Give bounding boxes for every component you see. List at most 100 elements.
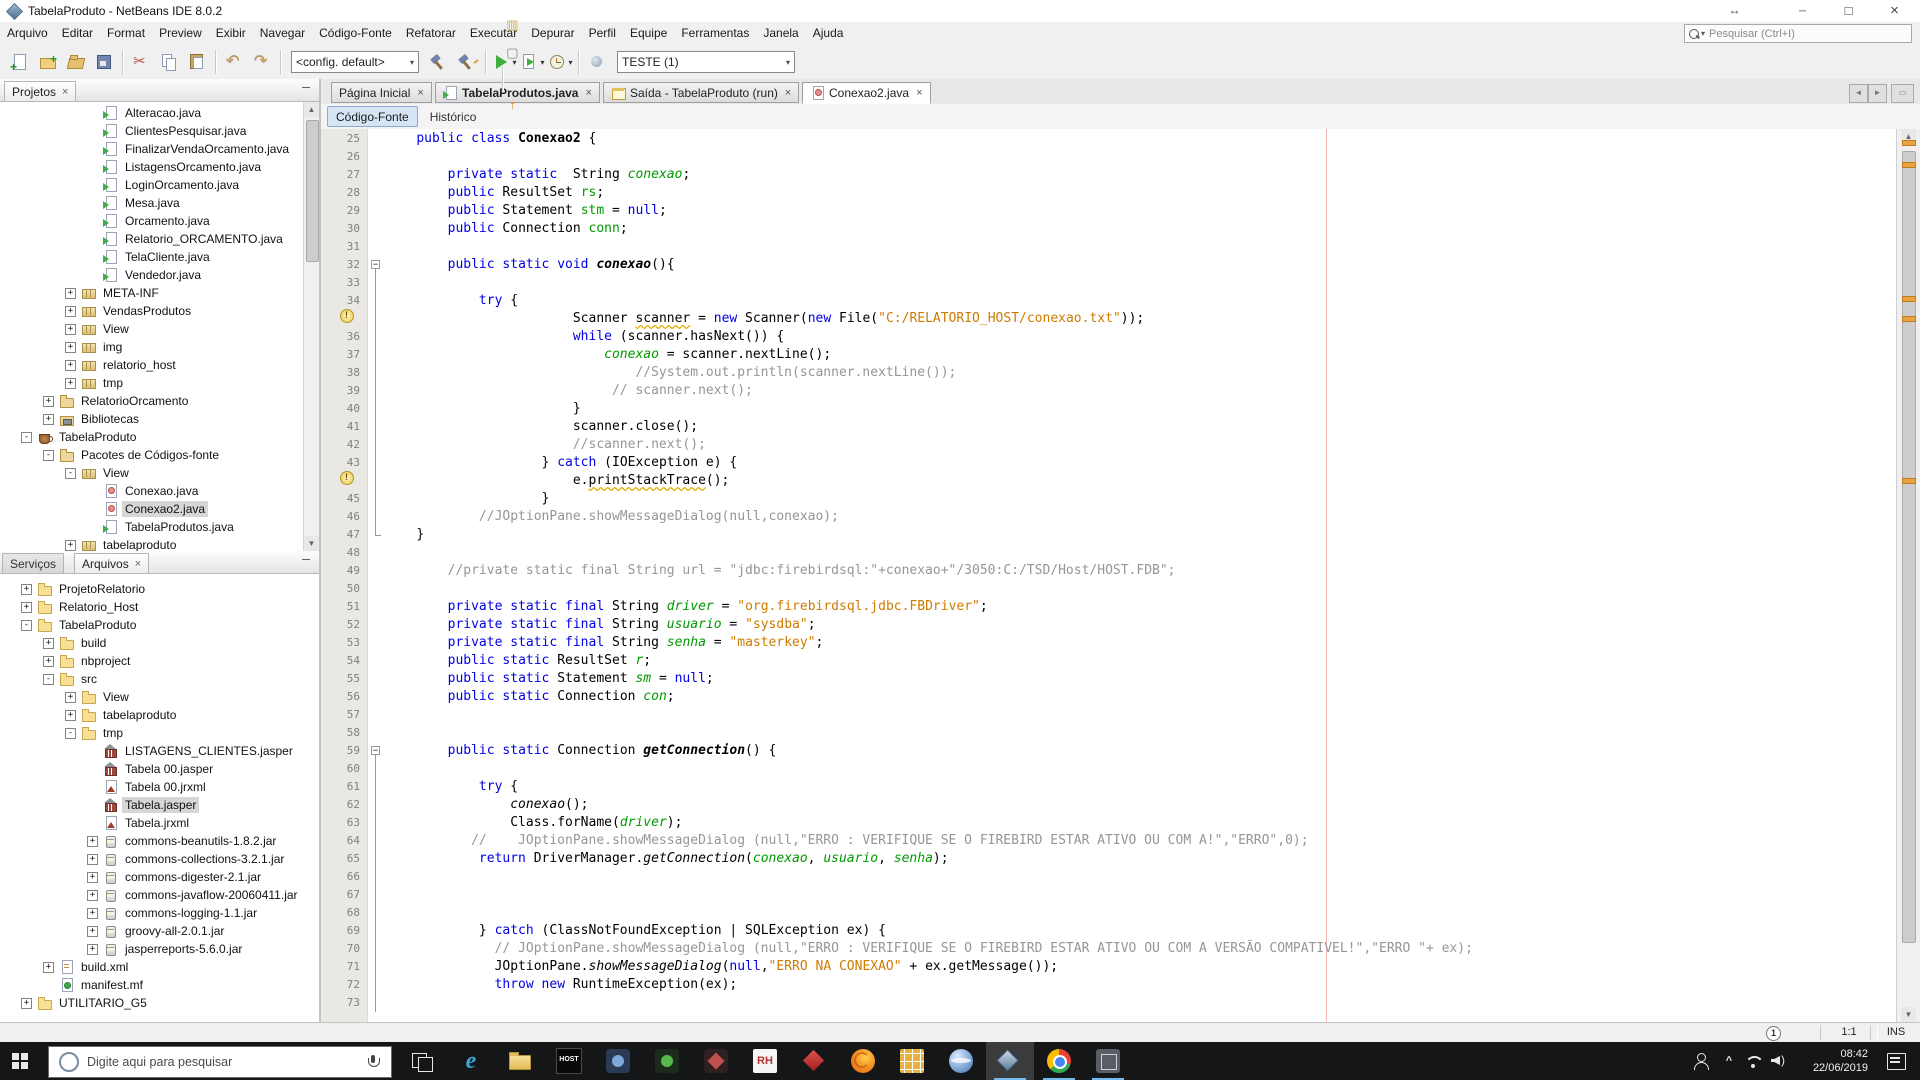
expander-plus-icon[interactable]: + [87, 854, 98, 865]
warning-mark[interactable] [1902, 316, 1916, 322]
code-line-70[interactable]: 70 // JOptionPane.showMessageDialog (nul… [321, 940, 1896, 958]
code-line-61[interactable]: 61 try { [321, 778, 1896, 796]
user-icon[interactable] [1692, 1052, 1710, 1070]
code-line-32[interactable]: 32 public static void conexao(){ [321, 256, 1896, 274]
expander-plus-icon[interactable]: + [43, 656, 54, 667]
tree-item-tabelaprodutos-java[interactable]: TabelaProdutos.java [0, 518, 303, 536]
tree-item-orcamento-java[interactable]: Orcamento.java [0, 212, 303, 230]
menu-ferramentas[interactable]: Ferramentas [674, 22, 756, 45]
restore-arrows-icon[interactable] [1712, 0, 1757, 21]
tree-item-tabelaproduto[interactable]: + tabelaproduto [0, 706, 319, 724]
taskbar-gem-red-button[interactable] [790, 1042, 838, 1080]
tree-item-tabela-00-jasper[interactable]: Tabela 00.jasper [0, 760, 319, 778]
editor-prev-bookmark-button[interactable] [498, 91, 526, 119]
expander-plus-icon[interactable]: + [87, 872, 98, 883]
expander-plus-icon[interactable]: + [65, 342, 76, 353]
code-line-50[interactable]: 50 [321, 580, 1896, 598]
code-line-28[interactable]: 28 public ResultSet rs; [321, 184, 1896, 202]
tree-item-build-xml[interactable]: + build.xml [0, 958, 319, 976]
editor-tab-pagina-inicial[interactable]: Página Inicial × [331, 82, 432, 103]
maximize-editor-icon[interactable]: ▭ [1891, 84, 1914, 103]
tree-item-meta-inf[interactable]: + META-INF [0, 284, 303, 302]
undo-button[interactable] [220, 48, 248, 76]
code-line-40[interactable]: 40 } [321, 400, 1896, 418]
copy-button[interactable] [155, 48, 183, 76]
expander-minus-icon[interactable]: - [21, 620, 32, 631]
fold-start-icon[interactable] [367, 742, 385, 760]
taskbar-search-box[interactable]: Digite aqui para pesquisar [48, 1046, 392, 1078]
close-icon[interactable]: × [417, 87, 423, 99]
fold-start-icon[interactable] [367, 256, 385, 274]
code-line-33[interactable]: 33 [321, 274, 1896, 292]
code-line-42[interactable]: 42 //scanner.next(); [321, 436, 1896, 454]
build-button[interactable] [425, 48, 453, 76]
minimize-button[interactable] [1780, 0, 1825, 21]
expander-plus-icon[interactable]: + [21, 584, 32, 595]
code-line-30[interactable]: 30 public Connection conn; [321, 220, 1896, 238]
menu-editar[interactable]: Editar [55, 22, 100, 45]
taskbar-host-button[interactable]: HOST [545, 1042, 593, 1080]
tree-item-tabelaproduto[interactable]: - TabelaProduto [0, 428, 303, 446]
chevron-down-icon[interactable]: ▾ [568, 58, 572, 67]
expander-plus-icon[interactable]: + [43, 962, 54, 973]
hidden-icons-chevron-icon[interactable]: ^ [1720, 1052, 1738, 1070]
tree-item-jasperreports-5-6-0-jar[interactable]: + jasperreports-5.6.0.jar [0, 940, 319, 958]
taskbar-sphere-blue-button[interactable] [937, 1042, 985, 1080]
expander-minus-icon[interactable]: - [65, 468, 76, 479]
scroll-tabs-right-icon[interactable]: ► [1868, 84, 1887, 103]
code-line-52[interactable]: 52 private static final String usuario =… [321, 616, 1896, 634]
code-line-37[interactable]: 37 conexao = scanner.nextLine(); [321, 346, 1896, 364]
code-line-44[interactable]: e.printStackTrace(); [321, 471, 1896, 490]
tab-projetos[interactable]: Projetos × [4, 81, 77, 101]
tree-item-commons-digester-2-1-jar[interactable]: + commons-digester-2.1.jar [0, 868, 319, 886]
close-icon[interactable]: × [135, 558, 141, 569]
taskbar-app-green-button[interactable] [643, 1042, 691, 1080]
tree-item-commons-collections-3-2-1-jar[interactable]: + commons-collections-3.2.1.jar [0, 850, 319, 868]
tree-item-tabela-jasper[interactable]: Tabela.jasper [0, 796, 319, 814]
expander-plus-icon[interactable]: + [65, 710, 76, 721]
scroll-down-icon[interactable]: ▼ [1901, 1007, 1916, 1022]
open-project-button[interactable] [62, 48, 90, 76]
menu-format[interactable]: Format [100, 22, 152, 45]
editor-select-rect-button[interactable] [498, 39, 526, 67]
tree-item-tmp[interactable]: + tmp [0, 374, 303, 392]
expander-plus-icon[interactable]: + [21, 602, 32, 613]
code-line-58[interactable]: 58 [321, 724, 1896, 742]
save-all-button[interactable] [90, 48, 118, 76]
code-line-38[interactable]: 38 //System.out.println(scanner.nextLine… [321, 364, 1896, 382]
editor-highlight-button[interactable] [498, 11, 526, 39]
history-view-button[interactable]: Histórico [422, 107, 485, 126]
code-line-73[interactable]: 73 [321, 994, 1896, 1012]
tree-item-mesa-java[interactable]: Mesa.java [0, 194, 303, 212]
editor-tab-saida-tabelaproduto-run[interactable]: Saída - TabelaProduto (run) × [603, 82, 800, 103]
expander-plus-icon[interactable]: + [43, 396, 54, 407]
tree-item-view[interactable]: + View [0, 688, 319, 706]
code-line-49[interactable]: 49 //private static final String url = "… [321, 562, 1896, 580]
tree-item-tabelaproduto[interactable]: - TabelaProduto [0, 616, 319, 634]
code-line-63[interactable]: 63 Class.forName(driver); [321, 814, 1896, 832]
projects-scrollbar[interactable]: ▲ ▼ [303, 102, 319, 551]
taskbar-chrome-button[interactable] [1035, 1042, 1083, 1080]
code-line-60[interactable]: 60 [321, 760, 1896, 778]
notifications-badge[interactable]: 1 [1766, 1026, 1781, 1041]
paste-button[interactable] [183, 48, 211, 76]
taskbar-firefox-button[interactable] [839, 1042, 887, 1080]
expander-plus-icon[interactable]: + [87, 890, 98, 901]
taskbar-netbeans-button[interactable] [986, 1042, 1034, 1080]
tree-item-clientespesquisar-java[interactable]: ClientesPesquisar.java [0, 122, 303, 140]
taskbar-grid-yellow-button[interactable] [888, 1042, 936, 1080]
close-button[interactable] [1872, 0, 1917, 21]
code-line-31[interactable]: 31 [321, 238, 1896, 256]
close-icon[interactable]: × [585, 87, 591, 99]
code-line-55[interactable]: 55 public static Statement sm = null; [321, 670, 1896, 688]
code-line-47[interactable]: 47 } [321, 526, 1896, 544]
minimize-panel-button[interactable]: ─ [299, 555, 313, 568]
menu-janela[interactable]: Janela [756, 22, 805, 45]
tree-item-relatorio-host[interactable]: + relatorio_host [0, 356, 303, 374]
source-view-button[interactable]: Código-Fonte [327, 106, 418, 127]
maximize-button[interactable] [1826, 0, 1871, 21]
code-line-64[interactable]: 64 // JOptionPane.showMessageDialog (nul… [321, 832, 1896, 850]
scroll-tabs-left-icon[interactable]: ◄ [1849, 84, 1868, 103]
taskbar-app-indigo-button[interactable] [594, 1042, 642, 1080]
expander-plus-icon[interactable]: + [65, 288, 76, 299]
